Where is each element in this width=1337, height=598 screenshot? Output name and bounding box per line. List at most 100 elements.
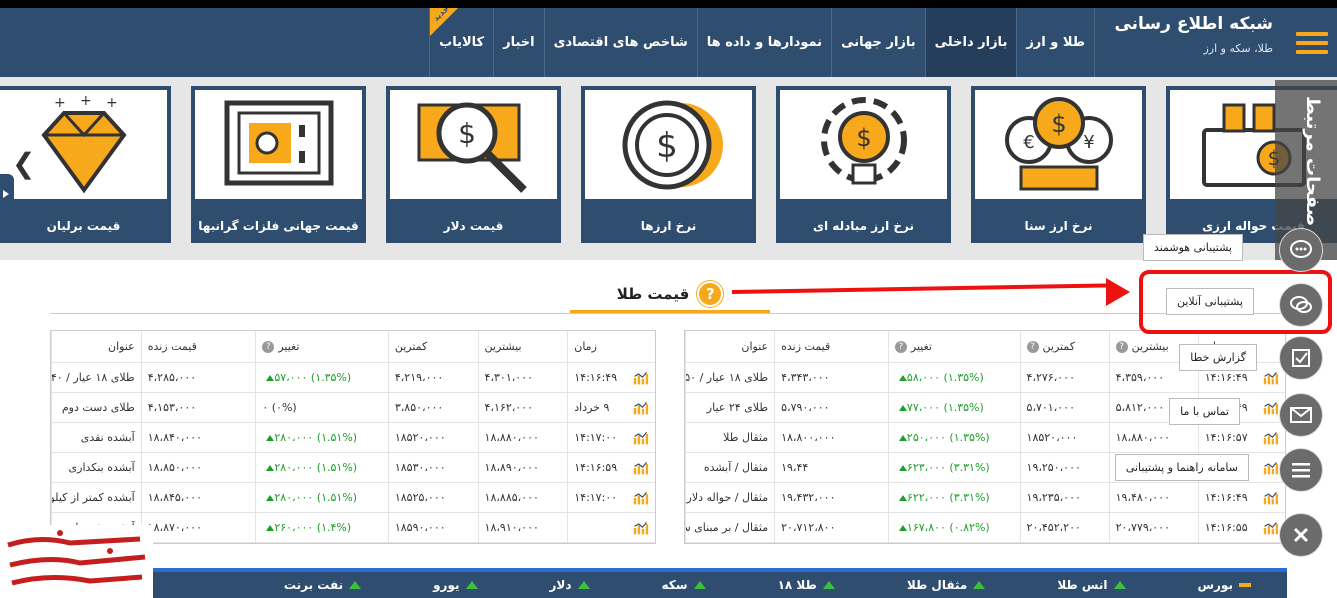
support-label-report[interactable]: گزارش خطا: [1179, 344, 1257, 371]
annotation-arrow-head: [1106, 278, 1130, 306]
row-change-value: (۱.۵۱%) ۲۸۰،۰۰۰: [274, 431, 358, 444]
chart-icon[interactable]: [627, 423, 655, 452]
row-title[interactable]: مثقال طلا: [685, 423, 774, 452]
chat-dots-icon[interactable]: [1279, 228, 1323, 272]
chart-icon[interactable]: [627, 363, 655, 392]
card-label: قیمت برلیان: [46, 219, 121, 233]
nav-item-domestic-market[interactable]: بازار داخلی: [924, 8, 1017, 77]
ticker-item[interactable]: یورو: [433, 578, 478, 592]
table-row[interactable]: مثقال طلا ۱۸،۸۰۰،۰۰۰ (۱.۳۵%) ۲۵۰،۰۰۰ ۱۸۵۲۰،…: [685, 423, 1285, 453]
row-price: ۲۰،۷۱۲،۸۰۰: [774, 513, 888, 542]
ticker-item[interactable]: مثقال طلا: [907, 578, 986, 592]
row-title[interactable]: آبشده نقدی: [51, 423, 141, 452]
chart-icon[interactable]: [627, 513, 655, 542]
card-precious-metals-price[interactable]: قیمت جهانی فلزات گرانبها: [191, 86, 366, 243]
ticker-item[interactable]: بورس: [1198, 578, 1251, 592]
ticker-item[interactable]: انس طلا: [1057, 578, 1126, 592]
up-arrow-icon: [349, 581, 362, 589]
row-time: ۱۴:۱۶:۴۹: [567, 363, 627, 392]
support-label-online[interactable]: پشتیبانی آنلاین: [1165, 288, 1254, 315]
up-arrow-icon: [973, 581, 986, 589]
top-header: شبکه اطلاع رسانی طلا، سکه و ارز طلا و ار…: [0, 0, 1337, 77]
row-change-value: (۱.۳۵%) ۲۵۰،۰۰۰: [906, 431, 990, 444]
row-title[interactable]: طلای ۱۸ عیار / ۷۵۰: [685, 363, 774, 392]
chart-icon[interactable]: [1257, 483, 1285, 512]
table-row[interactable]: مثقال / حواله دلار ۱۹،۴۳۲،۰۰۰ (۳.۳۱%) ۶۲۲،…: [685, 483, 1285, 513]
row-min: ۱۹،۲۵۰،۰۰۰: [1019, 453, 1109, 482]
row-min: ۳،۸۵۰،۰۰۰: [387, 393, 478, 422]
gear-lightbulb-icon: $: [780, 90, 947, 199]
check-box-icon[interactable]: [1279, 336, 1323, 380]
card-label: نرخ ارزها: [640, 219, 697, 233]
site-logo[interactable]: [0, 525, 153, 598]
card-exchange-rate[interactable]: $ نرخ ارز مبادله ای: [776, 86, 951, 243]
row-title[interactable]: طلای ۲۴ عیار: [685, 393, 774, 422]
ticker-item[interactable]: دلار: [550, 578, 590, 592]
table-row[interactable]: طلای ۱۸ عیار / ۷۴۰۴،۲۸۵،۰۰۰ (۱.۳۵%) ۵۷،۰۰…: [51, 363, 655, 393]
up-arrow-icon: [266, 494, 275, 501]
up-arrow-icon: [465, 581, 478, 589]
nav-item-product-finder[interactable]: کالایاب جدید: [429, 4, 493, 77]
carousel-prev-icon[interactable]: ❮: [12, 147, 35, 180]
hamburger-menu-icon[interactable]: [1287, 8, 1337, 77]
table-row[interactable]: آبشده نقدی ۱۸،۸۴۰،۰۰۰ (۱.۵۱%) ۲۸۰،۰۰۰ ۱۸۵۲۰…: [51, 423, 655, 453]
close-icon[interactable]: [1279, 513, 1323, 557]
ticker-item[interactable]: سکه: [662, 578, 706, 592]
card-currency-rates[interactable]: $ نرخ ارزها: [581, 86, 756, 243]
chart-icon[interactable]: [627, 483, 655, 512]
neutral-dash-icon: [1239, 583, 1251, 587]
nav-item-global-market[interactable]: بازار جهانی: [831, 8, 925, 77]
table-row[interactable]: طلای دست دوم ۴،۱۵۳،۰۰۰ (۰%) ۰ ۳،۸۵۰،۰۰۰ ۴،۱۶…: [51, 393, 655, 423]
row-min: ۵،۷۰۱،۰۰۰: [1019, 393, 1109, 422]
nav-item-gold-currency[interactable]: طلا و ارز: [1016, 8, 1094, 77]
row-title[interactable]: مثقال / حواله دلار: [685, 483, 774, 512]
brand-logo[interactable]: شبکه اطلاع رسانی طلا، سکه و ارز: [1094, 8, 1287, 77]
row-change: (۱.۳۵%) ۵۷،۰۰۰: [255, 363, 388, 392]
row-title[interactable]: آبشده بنکداری: [51, 453, 141, 482]
help-icon[interactable]: ?: [262, 340, 275, 353]
support-label-help-system[interactable]: سامانه راهنما و پشتیبانی: [1114, 454, 1249, 481]
chart-icon[interactable]: [627, 453, 655, 482]
row-min: ۲۰،۴۵۲،۲۰۰: [1019, 513, 1109, 542]
row-time: ۱۴:۱۶:۵۹: [567, 453, 627, 482]
up-arrow-icon: [266, 434, 275, 441]
envelope-icon[interactable]: [1279, 393, 1323, 437]
row-title[interactable]: طلای دست دوم: [51, 393, 141, 422]
chart-icon[interactable]: [627, 393, 655, 422]
support-label-contact[interactable]: تماس با ما: [1169, 398, 1240, 425]
table-row[interactable]: آبشده کمتر از کیلو ۱۸،۸۴۵،۰۰۰ (۱.۵۱%) ۲۸۰،…: [51, 483, 655, 513]
brand-subtitle: طلا، سکه و ارز: [1203, 42, 1273, 55]
chart-icon[interactable]: [1257, 423, 1285, 452]
nav-item-economic-indicators[interactable]: شاخص های اقتصادی: [543, 8, 697, 77]
row-price: ۱۸،۸۵۰،۰۰۰: [140, 453, 256, 482]
col-max-header: بیشترین: [477, 331, 568, 362]
help-icon[interactable]: ?: [894, 340, 907, 353]
help-icon[interactable]: ?: [1115, 340, 1128, 353]
table-header-row: عنوان قیمت زنده تغییر? کمترین بیشترین زم…: [51, 331, 655, 363]
table-row[interactable]: آبشده بنکداری ۱۸،۸۵۰،۰۰۰ (۱.۵۱%) ۲۸۰،۰۰۰ ۱۸…: [51, 453, 655, 483]
nav-item-news[interactable]: اخبار: [493, 8, 544, 77]
menu-icon[interactable]: [1279, 448, 1323, 492]
row-min: ۱۸۵۳۰،۰۰۰: [387, 453, 478, 482]
ticker-label: انس طلا: [1057, 578, 1108, 592]
table-row[interactable]: مثقال / بر مبنای سکه۲۰،۷۱۲،۸۰۰ (۰.۸۲%) ۱۶…: [685, 513, 1285, 543]
chat-bubbles-icon[interactable]: [1279, 283, 1323, 327]
row-title[interactable]: طلای ۱۸ عیار / ۷۴۰: [51, 363, 141, 392]
row-title[interactable]: آبشده کمتر از کیلو: [51, 483, 141, 512]
row-price: ۵،۷۹۰،۰۰۰: [774, 393, 888, 422]
help-icon[interactable]: ?: [1026, 340, 1039, 353]
min-header-label: کمترین: [1042, 340, 1075, 353]
side-expand-tab[interactable]: [0, 174, 14, 214]
row-title[interactable]: مثقال / آبشده: [685, 453, 774, 482]
up-arrow-icon: [693, 581, 706, 589]
row-change-value: (۱.۵۱%) ۲۸۰،۰۰۰: [274, 461, 358, 474]
row-time: ۱۴:۱۶:۵۵: [1197, 513, 1257, 542]
ticker-item[interactable]: نفت برنت: [284, 578, 362, 592]
question-icon[interactable]: ?: [697, 281, 724, 307]
card-dollar-price[interactable]: $ قیمت دلار: [386, 86, 561, 243]
nav-item-charts-data[interactable]: نمودارها و داده ها: [696, 8, 831, 77]
support-label-smart[interactable]: پشتیبانی هوشمند: [1142, 234, 1243, 261]
card-sana-rate[interactable]: $ € ¥ نرخ ارز سنا: [971, 86, 1146, 243]
ticker-item[interactable]: طلا ۱۸: [778, 578, 835, 592]
row-title[interactable]: مثقال / بر مبنای سکه: [685, 513, 774, 542]
